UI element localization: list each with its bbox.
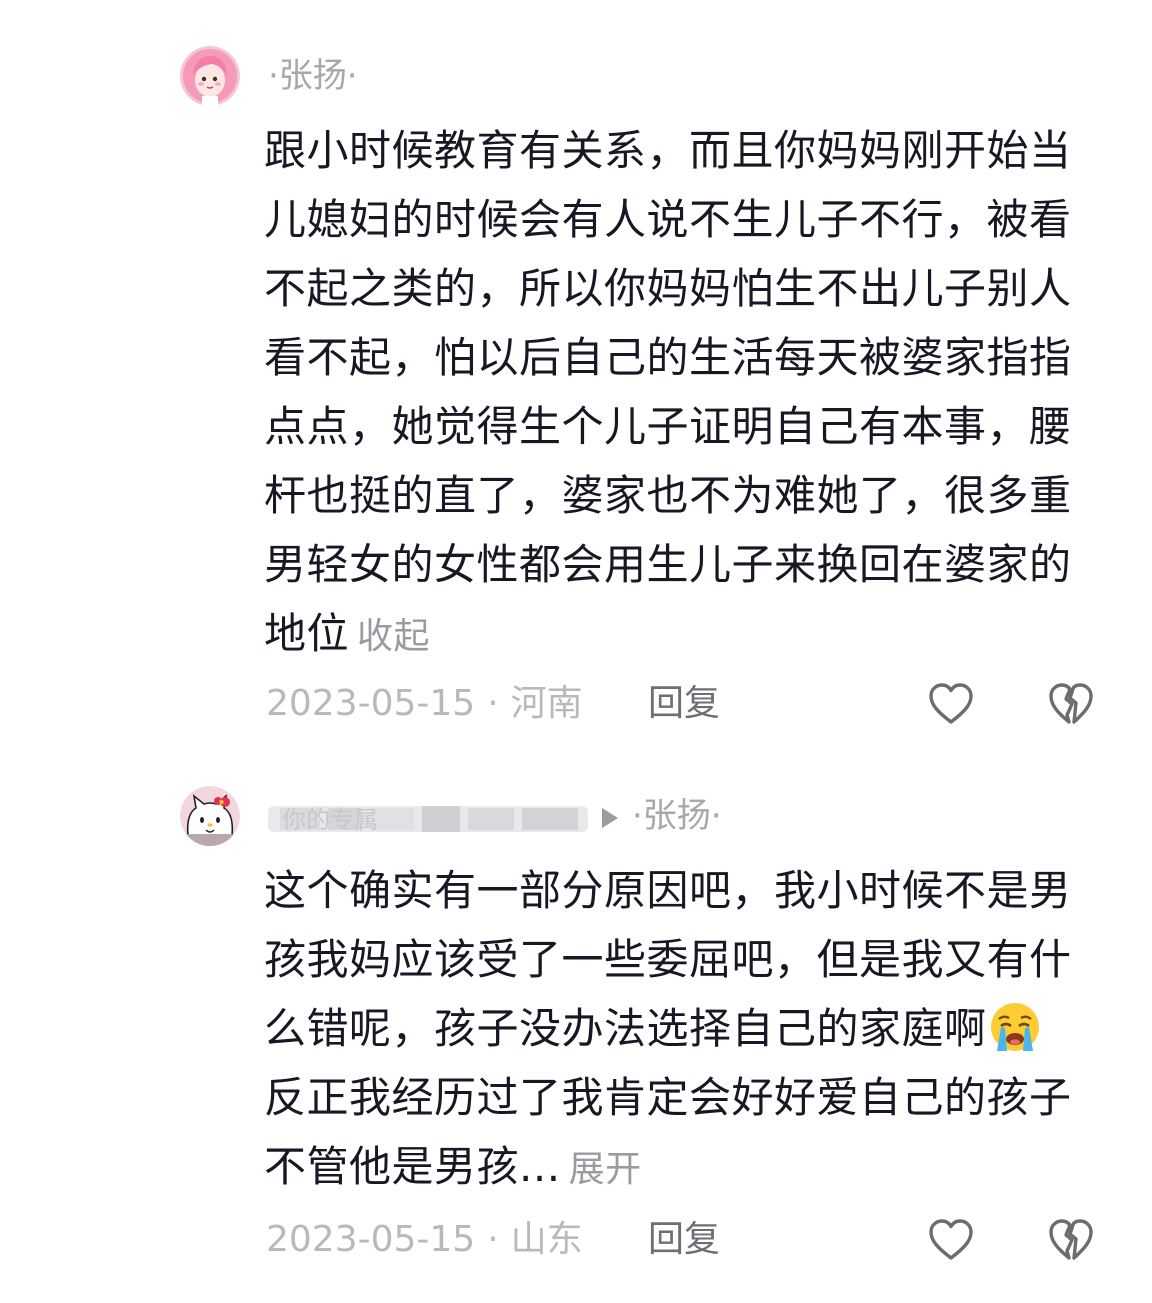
pink-hair-girl-avatar-icon: [180, 46, 240, 106]
comment-body-before-emoji: 这个确实有一部分原因吧，我小时候不是男孩我妈应该受了一些委屈吧，但是我又有什么错…: [264, 866, 1072, 1053]
redacted-name-text: 你的专属: [282, 806, 378, 834]
comment-text: 这个确实有一部分原因吧，我小时候不是男孩我妈应该受了一些委屈吧，但是我又有什么错…: [264, 856, 1084, 1204]
broken-heart-icon: [1049, 683, 1093, 724]
crying-face-emoji-icon: [990, 1003, 1039, 1051]
collapse-toggle[interactable]: 收起: [357, 616, 430, 657]
dislike-button[interactable]: [1048, 682, 1094, 726]
like-button[interactable]: [928, 682, 974, 726]
comment-body-after-emoji: 反正我经历过了我肯定会好好爱自己的孩子不管他是男孩...: [264, 1073, 1072, 1191]
meta-separator: ·: [487, 1219, 499, 1260]
comment-meta: 2023-05-15 · 河南 回复: [266, 680, 720, 728]
avatar[interactable]: [180, 786, 240, 846]
comment-date: 2023-05-15: [266, 683, 476, 724]
avatar[interactable]: [180, 46, 240, 106]
dislike-button[interactable]: [1048, 1218, 1094, 1262]
comment-body: 跟小时候教育有关系，而且你妈妈刚开始当儿媳妇的时候会有人说不生儿子不行，被看不起…: [264, 126, 1072, 658]
author-name: ·张扬·: [268, 56, 358, 96]
comment-text: 跟小时候教育有关系，而且你妈妈刚开始当儿媳妇的时候会有人说不生儿子不行，被看不起…: [264, 116, 1084, 671]
comment-author[interactable]: ·张扬·: [268, 54, 358, 98]
hello-kitty-avatar-icon: [180, 786, 240, 846]
author-name: ·张扬·: [632, 796, 722, 836]
blurred-username: 你的专属: [268, 805, 588, 834]
reply-button[interactable]: 回复: [648, 1216, 720, 1264]
comment-author[interactable]: 你的专属 ·张扬·: [268, 794, 722, 838]
comment-location: 河南: [510, 683, 583, 724]
reply-button[interactable]: 回复: [648, 680, 720, 728]
comment-meta: 2023-05-15 · 山东 回复: [266, 1216, 720, 1264]
heart-icon: [929, 683, 973, 724]
comment-location: 山东: [510, 1219, 583, 1260]
reply-to-arrow-icon: [602, 807, 618, 828]
expand-toggle[interactable]: 展开: [569, 1149, 642, 1190]
comment-date: 2023-05-15: [266, 1219, 476, 1260]
heart-icon: [929, 1219, 973, 1260]
like-button[interactable]: [928, 1218, 974, 1262]
meta-separator: ·: [487, 683, 499, 724]
broken-heart-icon: [1049, 1219, 1093, 1260]
